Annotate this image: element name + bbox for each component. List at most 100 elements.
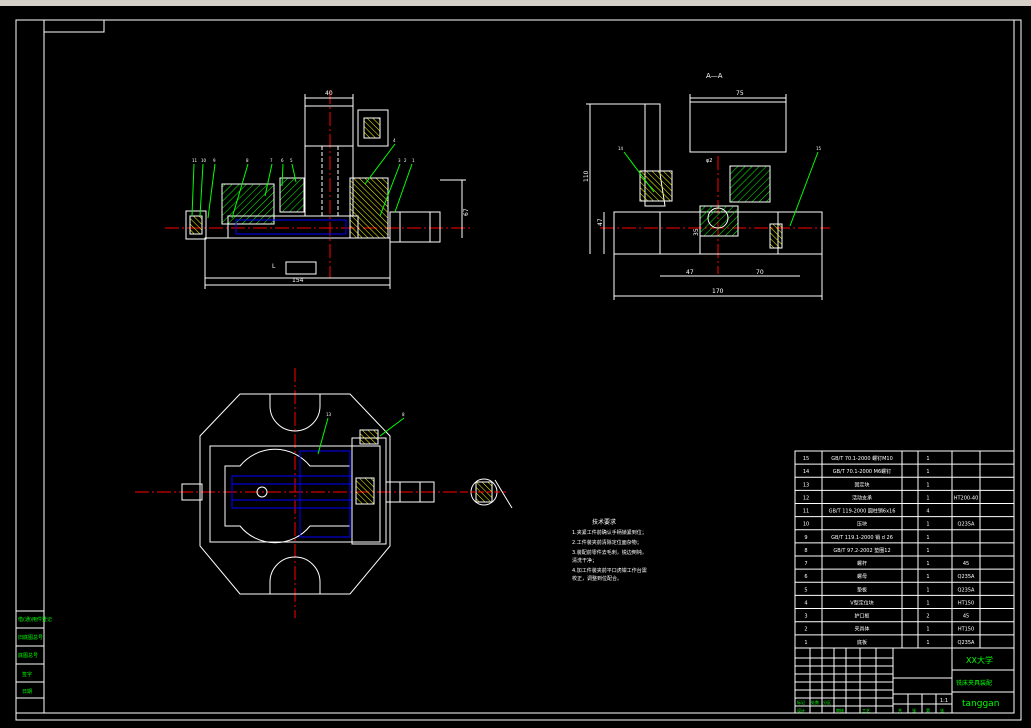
- tb-footer-4: 张: [940, 707, 944, 713]
- bom-cell-qty: 4: [926, 509, 929, 515]
- tb-scale: 1:1: [940, 698, 948, 704]
- bom-cell-std: 压块: [857, 521, 867, 528]
- bom-cell-mat: HT150: [958, 600, 974, 606]
- bom-cell-qty: 1: [926, 600, 929, 606]
- bom-cell-mat: 45: [963, 614, 969, 620]
- cad-drawing-canvas[interactable]: 借(通)用件登记 旧底图总号 底图总号 签字 日期 40 154 67 L 11…: [0, 6, 1031, 728]
- title-block: 标记 处数 分区 设计 审核 工艺 XX大学 铣床夹具装配 1:1 tangga…: [794, 647, 1015, 714]
- balloon-front-7: 7: [270, 158, 273, 163]
- dim-front-67: 67: [463, 208, 470, 216]
- bom-cell-std: GB/T 97.2-2002 垫圈12: [833, 547, 890, 554]
- bom-cell-no: 5: [804, 587, 807, 593]
- side-label-5: 日期: [22, 689, 32, 695]
- balloon-front-8: 8: [246, 158, 249, 163]
- bom-cell-mat: 45: [963, 561, 969, 567]
- bom-cell-no: 10: [803, 522, 809, 528]
- bom-cell-no: 7: [804, 561, 807, 567]
- bom-cell-std: 螺杆: [857, 560, 867, 567]
- bom-cell-mat: Q235A: [958, 574, 975, 580]
- side-label-1: 借(通)用件登记: [18, 616, 52, 623]
- bom-cell-std: 夹具体: [854, 626, 869, 633]
- bom-cell-qty: 1: [926, 535, 929, 541]
- bill-of-materials-table: 15 GB/T 70.1-2000 螺钉M10 114 GB/T 70.1-2000 …: [794, 450, 1015, 649]
- side-label-3: 底图总号: [18, 652, 38, 659]
- bom-cell-mat: HT150: [958, 627, 974, 633]
- outer-frame: [15, 19, 1022, 721]
- notes-title: 技术要求: [592, 518, 616, 526]
- bom-cell-std: GB/T 119.1-2000 销 d 26: [831, 534, 893, 541]
- dim-side-phi: φ2: [706, 158, 712, 164]
- tb-left-3: 分区: [823, 699, 831, 705]
- corner-code-box: [43, 19, 105, 33]
- tb-left-5: 审核: [836, 707, 844, 713]
- balloon-front-1: 1: [412, 158, 415, 163]
- balloon-side-15: 15: [816, 146, 822, 151]
- top-view[interactable]: 13 8: [135, 368, 465, 618]
- dim-side-110: 110: [583, 170, 590, 182]
- dim-front-40: 40: [325, 90, 333, 97]
- balloon-front-6: 6: [281, 158, 284, 163]
- bom-cell-std: V型定位块: [850, 599, 873, 606]
- bom-cell-no: 1: [804, 640, 807, 646]
- front-section-view[interactable]: 40 154 67 L 11 10 9 8 7 6 5 4 3 2 1: [165, 90, 472, 289]
- bom-cell-no: 12: [803, 495, 809, 501]
- bom-cell-qty: 1: [926, 561, 929, 567]
- dim-side-75: 75: [736, 90, 744, 97]
- tb-footer-1: 共: [898, 707, 902, 713]
- tb-left-4: 设计: [797, 707, 805, 713]
- bom-cell-qty: 1: [926, 574, 929, 580]
- pin-detail-view[interactable]: [462, 478, 513, 509]
- bom-cell-qty: 1: [926, 495, 929, 501]
- bom-cell-qty: 1: [926, 640, 929, 646]
- balloon-front-11: 11: [192, 158, 198, 163]
- tb-left-2: 处数: [811, 699, 819, 705]
- bom-cell-std: GB/T 70.1-2000 M6螺钉: [833, 468, 891, 475]
- bom-cell-no: 15: [803, 456, 809, 462]
- notes-line-4: 清洗干净；: [572, 557, 597, 564]
- bom-cell-qty: 1: [926, 469, 929, 475]
- bom-cell-no: 8: [804, 548, 807, 554]
- bom-cell-no: 13: [803, 482, 809, 488]
- bom-cell-std: 螺母: [857, 573, 867, 580]
- tb-footer-2: 张: [912, 707, 916, 713]
- balloon-side-14: 14: [618, 146, 624, 151]
- bom-cell-std: 垫板: [857, 586, 867, 593]
- bom-cell-std: 固定块: [854, 481, 869, 488]
- notes-line-5: 4.加工件装夹前平口虎钳工作台需: [572, 567, 647, 574]
- dim-side-35: 35: [693, 228, 700, 236]
- balloon-top-8: 8: [402, 412, 405, 417]
- bom-cell-std: GB/T 119-2000 圆柱销6x16: [829, 508, 896, 515]
- bom-cell-std: 活动支承: [852, 494, 872, 501]
- balloon-top-13: 13: [326, 412, 332, 417]
- bom-cell-no: 9: [804, 535, 807, 541]
- dim-side-170: 170: [712, 288, 724, 295]
- balloon-front-9: 9: [213, 158, 216, 163]
- side-label-strip: 借(通)用件登记 旧底图总号 底图总号 签字 日期: [15, 610, 52, 714]
- bom-cell-qty: 2: [926, 614, 929, 620]
- balloon-front-5: 5: [290, 158, 293, 163]
- dim-front-154: 154: [292, 277, 304, 284]
- bom-cell-qty: 1: [926, 548, 929, 554]
- front-mark-l: L: [272, 263, 276, 270]
- bom-cell-no: 6: [804, 574, 807, 580]
- bom-cell-std: 护口板: [854, 613, 869, 620]
- bom-cell-qty: 1: [926, 482, 929, 488]
- notes-line-1: 1.夹紧工件前确认手柄锁紧到位；: [572, 529, 647, 536]
- bom-cell-std: GB/T 70.1-2000 螺钉M10: [831, 455, 893, 462]
- bom-cell-no: 11: [803, 509, 809, 515]
- tb-left-6: 工艺: [862, 708, 870, 713]
- bom-cell-mat: Q235A: [958, 522, 975, 528]
- tb-left-1: 标记: [797, 699, 805, 705]
- notes-line-2: 2.工件装夹前清除定位面杂物；: [572, 539, 642, 546]
- bom-cell-no: 2: [804, 627, 807, 633]
- notes-line-6: 校正，调整到位配合。: [572, 575, 622, 582]
- notes-line-3: 3.装配前零件去毛刺，锐边倒钝，: [572, 549, 647, 556]
- bom-cell-qty: 1: [926, 522, 929, 528]
- tb-designer: tanggan: [962, 699, 999, 709]
- side-section-view[interactable]: A—A 75 110 47 35 47 70 170 φ2 14 15: [583, 72, 830, 300]
- section-label-aa: A—A: [706, 72, 723, 80]
- bom-cell-qty: 1: [926, 456, 929, 462]
- tb-drawing-name: 铣床夹具装配: [956, 679, 992, 687]
- side-label-2: 旧底图总号: [18, 634, 43, 641]
- bom-cell-qty: 1: [926, 587, 929, 593]
